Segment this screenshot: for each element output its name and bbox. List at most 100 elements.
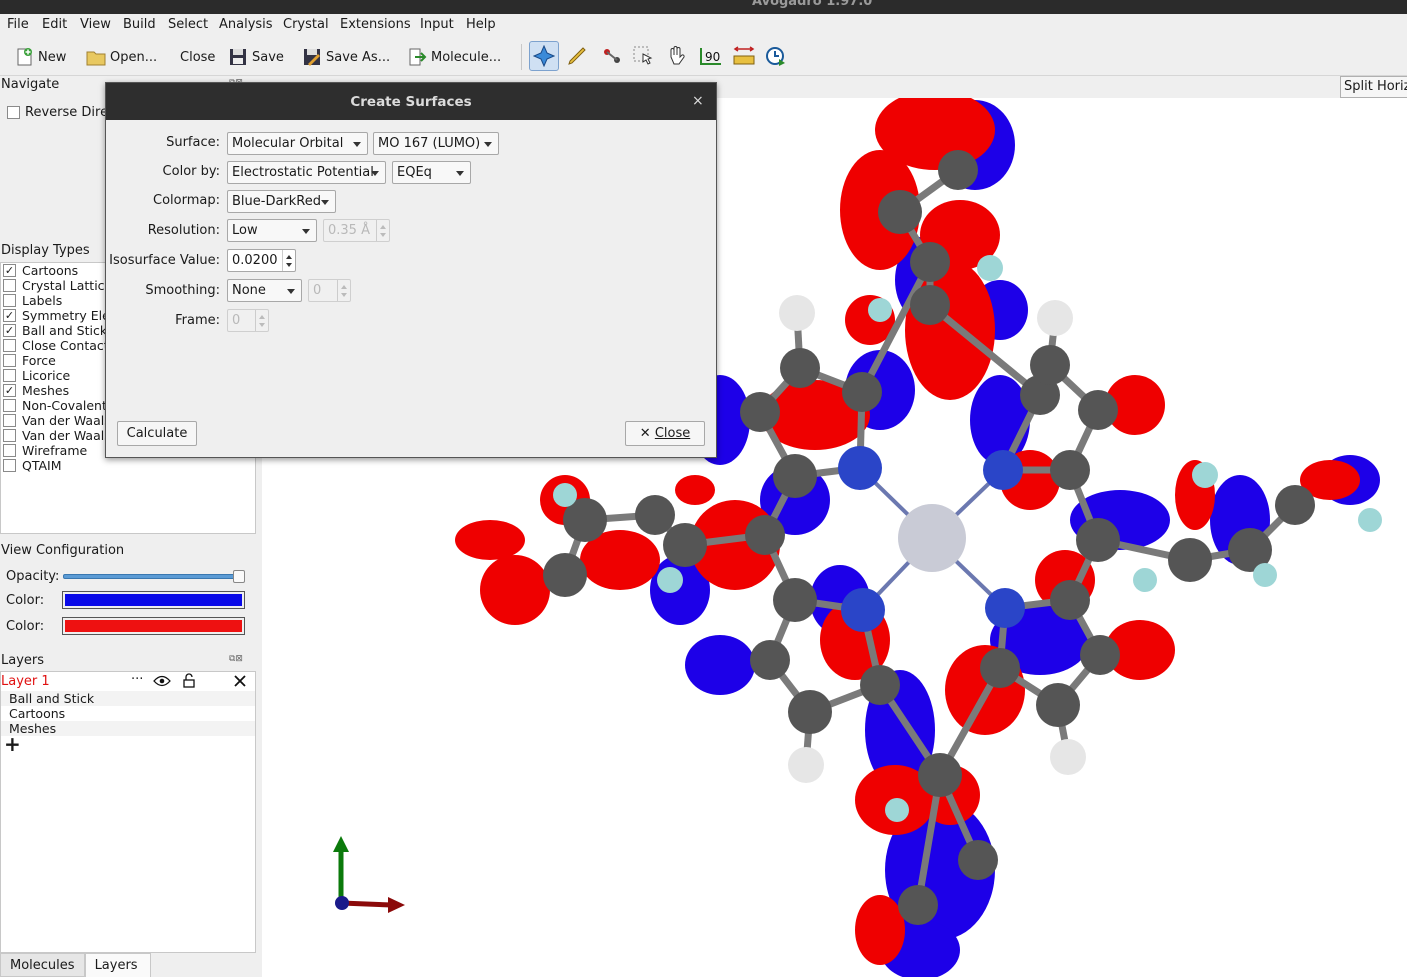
hydrogen-atom[interactable]	[1253, 563, 1277, 587]
color1-swatch-button[interactable]	[62, 591, 245, 609]
navigate-tool-button[interactable]	[529, 41, 559, 71]
select-tool-button[interactable]	[628, 41, 658, 71]
carbon-atom[interactable]	[1050, 580, 1090, 620]
carbon-atom[interactable]	[980, 648, 1020, 688]
display-type-checkbox[interactable]	[3, 339, 16, 352]
menu-input[interactable]: Input	[420, 17, 454, 32]
nitrogen-atom[interactable]	[838, 446, 882, 490]
open-button[interactable]: Open...	[86, 43, 157, 71]
carbon-atom[interactable]	[878, 190, 922, 234]
carbon-atom[interactable]	[1030, 345, 1070, 385]
charge-model-dropdown[interactable]: EQEq	[392, 161, 471, 184]
menu-help[interactable]: Help	[466, 17, 496, 32]
smoothing-dropdown[interactable]: None	[227, 279, 302, 302]
layers-dock-float-icon[interactable]: ⧉⊠	[229, 654, 243, 664]
carbon-atom[interactable]	[918, 753, 962, 797]
carbon-atom[interactable]	[773, 454, 817, 498]
manipulate-tool-button[interactable]	[661, 41, 691, 71]
hydrogen-atom[interactable]	[1192, 462, 1218, 488]
opacity-slider-handle[interactable]	[233, 570, 245, 583]
orbital-dropdown[interactable]: MO 167 (LUMO)	[373, 132, 499, 155]
layer-1-name[interactable]: Layer 1	[1, 674, 50, 689]
menu-crystal[interactable]: Crystal	[283, 17, 329, 32]
more-options-icon[interactable]: ···	[131, 672, 143, 687]
menu-analysis[interactable]: Analysis	[219, 17, 273, 32]
nitrogen-atom[interactable]	[983, 450, 1023, 490]
display-type-checkbox[interactable]	[3, 459, 16, 472]
carbon-atom[interactable]	[1050, 450, 1090, 490]
align-tool-button[interactable]	[729, 41, 759, 71]
hydrogen-atom[interactable]	[868, 298, 892, 322]
hydrogen-atom[interactable]	[1037, 300, 1073, 336]
hydrogen-atom[interactable]	[553, 483, 577, 507]
carbon-atom[interactable]	[958, 840, 998, 880]
molecule-button[interactable]: Molecule...	[407, 43, 501, 71]
display-type-checkbox[interactable]	[3, 444, 16, 457]
resolution-step-spinbox[interactable]: 0.35 Å	[323, 219, 390, 242]
display-type-checkbox[interactable]	[3, 414, 16, 427]
new-button[interactable]: New	[14, 43, 66, 71]
lock-open-icon[interactable]	[183, 673, 195, 688]
menu-select[interactable]: Select	[168, 17, 208, 32]
layer-row-0[interactable]: Ball and Stick	[1, 691, 255, 706]
menu-extensions[interactable]: Extensions	[340, 17, 411, 32]
hydrogen-atom[interactable]	[779, 295, 815, 331]
hydrogen-atom[interactable]	[885, 798, 909, 822]
layer-row-2[interactable]: Meshes	[1, 721, 255, 736]
display-type-checkbox[interactable]	[3, 399, 16, 412]
display-type-checkbox[interactable]: ✓	[3, 264, 16, 277]
surface-type-dropdown[interactable]: Molecular Orbital	[227, 132, 368, 155]
color-by-dropdown[interactable]: Electrostatic Potential	[227, 161, 386, 184]
measure-tool-button[interactable]: 90	[696, 41, 726, 71]
carbon-atom[interactable]	[663, 523, 707, 567]
calculate-button[interactable]: Calculate	[117, 421, 197, 446]
hydrogen-atom[interactable]	[977, 255, 1003, 281]
carbon-atom[interactable]	[1080, 635, 1120, 675]
close-button[interactable]: Close	[180, 43, 215, 71]
frame-spinbox[interactable]: 0	[227, 309, 269, 332]
metal-atom[interactable]	[898, 504, 966, 572]
hydrogen-atom[interactable]	[1050, 739, 1086, 775]
isosurface-spinbox[interactable]: 0.0200	[227, 249, 296, 272]
dialog-close-button[interactable]: ✕ Close	[625, 421, 705, 446]
playback-tool-button[interactable]	[761, 41, 791, 71]
save-as-button[interactable]: Save As...	[302, 43, 390, 71]
carbon-atom[interactable]	[938, 150, 978, 190]
resolution-dropdown[interactable]: Low	[227, 219, 317, 242]
carbon-atom[interactable]	[1275, 485, 1315, 525]
carbon-atom[interactable]	[910, 242, 950, 282]
opacity-slider[interactable]	[63, 574, 241, 579]
carbon-atom[interactable]	[780, 348, 820, 388]
carbon-atom[interactable]	[740, 392, 780, 432]
colormap-dropdown[interactable]: Blue-DarkRed	[227, 190, 336, 213]
carbon-atom[interactable]	[842, 372, 882, 412]
display-type-checkbox[interactable]: ✓	[3, 309, 16, 322]
carbon-atom[interactable]	[860, 665, 900, 705]
display-type-checkbox[interactable]	[3, 354, 16, 367]
carbon-atom[interactable]	[910, 285, 950, 325]
carbon-atom[interactable]	[750, 640, 790, 680]
carbon-atom[interactable]	[773, 578, 817, 622]
display-type-checkbox[interactable]	[3, 294, 16, 307]
display-type-checkbox[interactable]	[3, 429, 16, 442]
nitrogen-atom[interactable]	[985, 588, 1025, 628]
hydrogen-atom[interactable]	[657, 567, 683, 593]
menu-edit[interactable]: Edit	[42, 17, 67, 32]
split-horizontal-button[interactable]: Split Horizontal	[1340, 76, 1407, 98]
add-layer-icon[interactable]: +	[4, 732, 21, 756]
menu-file[interactable]: File	[7, 17, 29, 32]
carbon-atom[interactable]	[898, 885, 938, 925]
carbon-atom[interactable]	[745, 515, 785, 555]
display-type-checkbox[interactable]	[3, 279, 16, 292]
carbon-atom[interactable]	[543, 553, 587, 597]
save-button[interactable]: Save	[228, 43, 284, 71]
delete-layer-icon[interactable]	[234, 675, 246, 687]
bond-centric-tool-button[interactable]	[597, 41, 627, 71]
carbon-atom[interactable]	[1078, 390, 1118, 430]
carbon-atom[interactable]	[1168, 538, 1212, 582]
carbon-atom[interactable]	[635, 495, 675, 535]
display-type-checkbox[interactable]	[3, 369, 16, 382]
tab-molecules[interactable]: Molecules	[0, 953, 85, 977]
color2-swatch-button[interactable]	[62, 617, 245, 635]
display-type-checkbox[interactable]: ✓	[3, 384, 16, 397]
